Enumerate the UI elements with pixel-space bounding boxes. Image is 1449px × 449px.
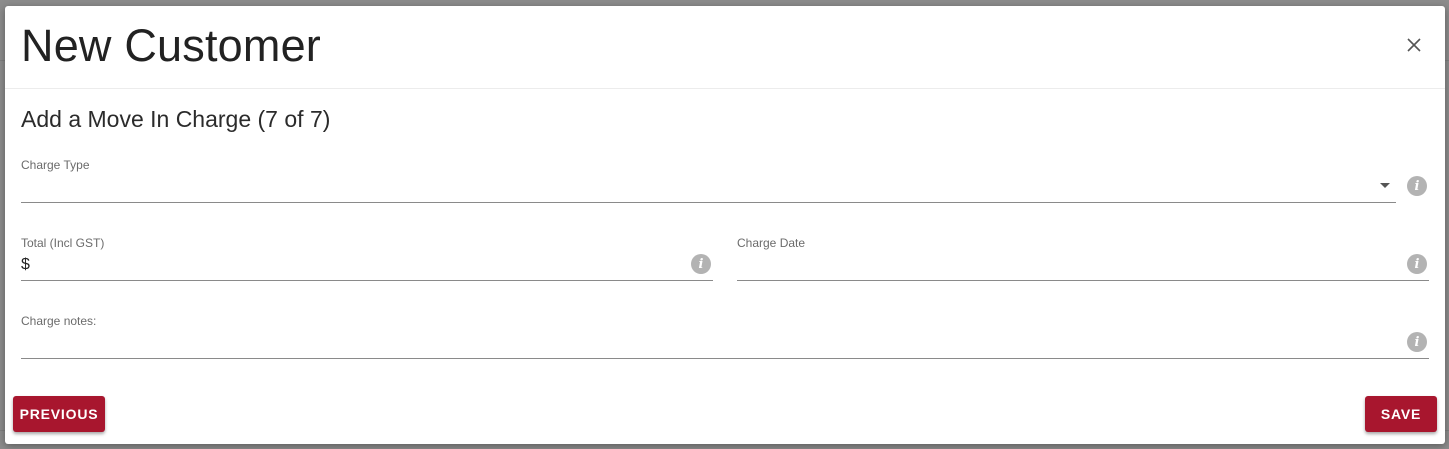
- field-underline: [21, 280, 713, 281]
- info-icon[interactable]: i: [1407, 176, 1427, 196]
- info-icon[interactable]: i: [1407, 254, 1427, 274]
- field-underline: [737, 280, 1429, 281]
- field-underline: [21, 202, 1396, 203]
- close-icon: [1407, 38, 1421, 52]
- previous-button[interactable]: PREVIOUS: [13, 396, 105, 432]
- currency-prefix: $: [21, 256, 30, 273]
- save-button[interactable]: SAVE: [1365, 396, 1437, 432]
- charge-date-input[interactable]: Charge Date: [737, 236, 1429, 281]
- charge-type-label: Charge Type: [21, 158, 90, 172]
- step-title: Add a Move In Charge (7 of 7): [21, 106, 331, 132]
- charge-notes-label: Charge notes:: [21, 314, 97, 328]
- new-customer-dialog: New Customer Add a Move In Charge (7 of …: [5, 6, 1445, 444]
- charge-date-label: Charge Date: [737, 236, 806, 250]
- info-icon[interactable]: i: [1407, 332, 1427, 352]
- charge-type-select[interactable]: Charge Type: [21, 158, 1396, 203]
- dialog-title: New Customer: [21, 20, 321, 71]
- dropdown-arrow-icon[interactable]: [1380, 183, 1390, 188]
- total-label: Total (Incl GST): [21, 236, 105, 250]
- info-icon[interactable]: i: [691, 254, 711, 274]
- dialog-header: New Customer: [5, 6, 1445, 89]
- total-input[interactable]: Total (Incl GST) $: [21, 236, 713, 281]
- field-underline: [21, 358, 1429, 359]
- close-button[interactable]: [1403, 34, 1425, 56]
- charge-notes-input[interactable]: Charge notes:: [21, 314, 1429, 359]
